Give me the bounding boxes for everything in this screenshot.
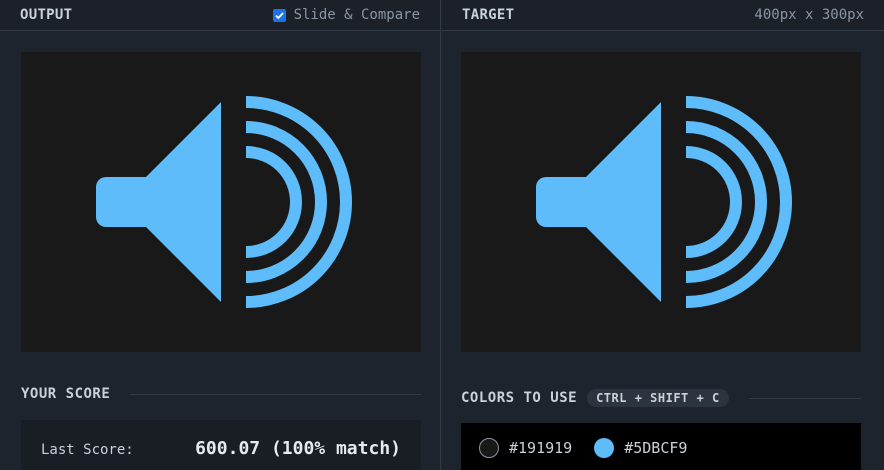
output-title: OUTPUT [20,7,73,23]
target-title: TARGET [462,7,515,23]
colors-shortcut-badge: CTRL + SHIFT + C [587,389,729,407]
color-dot[interactable] [479,438,499,458]
output-header: OUTPUT Slide & Compare [0,0,440,31]
color-swatch[interactable]: #191919 [479,438,572,458]
color-swatch[interactable]: #5DBCF9 [594,438,687,458]
slide-compare-checkbox[interactable] [272,8,286,22]
colors-heading-row: COLORS TO USE CTRL + SHIFT + C [461,389,861,407]
last-score-value: 600.07 (100% match) [195,438,401,459]
score-heading: YOUR SCORE [21,386,111,402]
color-hex[interactable]: #5DBCF9 [624,439,687,457]
divider [130,393,421,395]
last-score-label: Last Score: [41,442,134,458]
color-hex[interactable]: #191919 [509,439,572,457]
colors-box: #191919 #5DBCF9 [461,423,861,470]
slide-compare-label: Slide & Compare [293,7,420,23]
output-panel: OUTPUT Slide & Compare YOUR SCORE Last S… [0,0,441,470]
score-box: Last Score: 600.07 (100% match) [21,420,421,470]
speaker-volume-icon [536,96,792,308]
colors-heading: COLORS TO USE [461,390,578,406]
slide-compare-toggle[interactable]: Slide & Compare [272,7,420,23]
target-panel: TARGET 400px x 300px COLORS TO USE CTRL … [442,0,884,470]
checkmark-icon [274,11,284,19]
score-heading-row: YOUR SCORE [21,386,421,402]
color-dot[interactable] [594,438,615,458]
divider [748,397,861,399]
target-header: TARGET 400px x 300px [442,0,884,31]
output-canvas[interactable] [21,52,421,352]
speaker-volume-icon [96,96,352,308]
target-canvas [461,52,861,352]
target-dimensions: 400px x 300px [754,7,864,23]
last-score-row: Last Score: 600.07 (100% match) [41,438,401,459]
